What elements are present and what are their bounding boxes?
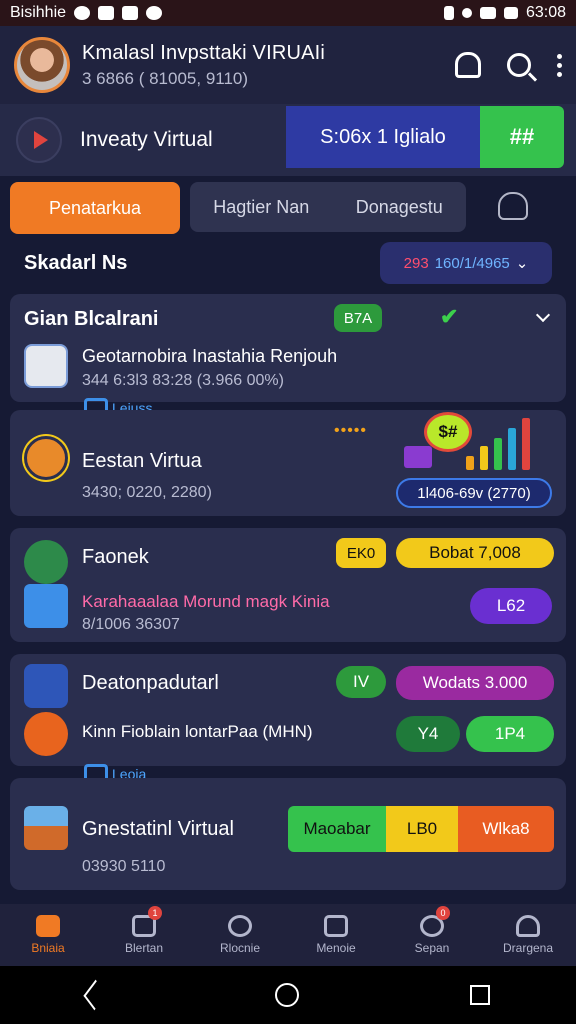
recents-icon[interactable]	[470, 985, 491, 1005]
nav-home[interactable]: Bniaia	[0, 904, 96, 966]
tab-third[interactable]: Donagestu	[356, 197, 443, 218]
refresh-icon	[228, 915, 252, 937]
portfolio-card-5[interactable]: Gnestatinl Virtual Maoabar LB0 Wlka8 039…	[10, 778, 566, 890]
chart-icon	[24, 712, 68, 756]
value-badge: Bobat 7,008	[396, 538, 554, 568]
app-title: Kmalasl Invpsttaki VIRUAIi	[82, 41, 326, 64]
status-bar: Bisihhie 63:08	[0, 0, 576, 26]
banner-title: Inveaty Virtual	[80, 128, 213, 151]
search-icon[interactable]	[507, 53, 531, 77]
chevron-down-icon[interactable]	[535, 307, 551, 323]
home-button-icon[interactable]	[274, 983, 299, 1007]
segment-1[interactable]: Maoabar	[288, 806, 386, 852]
segment-3[interactable]: Wlka8	[458, 806, 554, 852]
notification-badge: 1	[148, 906, 162, 920]
avatar[interactable]	[14, 37, 70, 93]
double-check-icon: ✔	[440, 304, 459, 329]
action-pill[interactable]: L62	[470, 588, 552, 624]
bottom-nav: Bniaia 1 Blertan Rlocnie Menoie 0 Sepan …	[0, 904, 576, 966]
house-icon	[404, 446, 432, 468]
status-badge: IV	[336, 666, 386, 698]
tab-primary[interactable]: Penatarkua	[10, 182, 180, 234]
banner-stat: S:06x 1 Iglialo	[286, 106, 480, 168]
nav-sixth[interactable]: Drargena	[480, 904, 576, 966]
landscape-icon	[24, 806, 68, 850]
user-icon	[324, 915, 348, 937]
tab-bar: Penatarkua Hagtier Nan Donagestu	[0, 182, 576, 234]
action-pill[interactable]: Y4	[396, 716, 460, 752]
value-badge: Wodats 3.000	[396, 666, 554, 700]
portfolio-card-3[interactable]: Faonek EK0 Bobat 7,008 Karahaaalaa Morun…	[10, 528, 566, 642]
wifi-icon	[479, 7, 496, 19]
cube-icon	[24, 584, 68, 628]
card-subtitle: 3430; 0220, 2280)	[82, 484, 212, 501]
notification-badge: 0	[436, 906, 450, 920]
tab-group: Hagtier Nan Donagestu	[190, 182, 466, 232]
row-subtitle: 8/1006 36307	[82, 616, 180, 633]
stat-badge: 1l406-69v (2770)	[396, 478, 552, 508]
clock: 63:08	[525, 4, 566, 21]
nav-third[interactable]: Rlocnie	[192, 904, 288, 966]
action-pill[interactable]: 1P4	[466, 716, 554, 752]
briefcase-icon	[24, 664, 68, 708]
nav-fourth[interactable]: Menoie	[288, 904, 384, 966]
bluetooth-icon	[461, 8, 472, 18]
row-subtitle: 344 6:3l3 83:28 (3.966 00%)	[82, 372, 284, 389]
row-title: Karahaaalaa Morund magk Kinia	[82, 592, 330, 611]
period-select[interactable]: 293 160/1/4965 ⌄	[380, 242, 552, 284]
select-value-b: 160/1/4965	[434, 254, 510, 272]
status-badge: B7A	[334, 304, 382, 332]
bar-chart-icon	[466, 416, 530, 470]
avatar	[24, 436, 68, 480]
status-badge: EK0	[336, 538, 386, 568]
battery-icon	[443, 6, 454, 20]
card-title: Gian Blcalrani	[24, 308, 159, 330]
profile-icon	[516, 915, 540, 937]
tab-second[interactable]: Hagtier Nan	[213, 197, 309, 218]
more-icon[interactable]	[557, 53, 562, 77]
card-title: Deatonpadutarl	[82, 672, 219, 694]
banner: Inveaty Virtual S:06x 1 Iglialo ##	[0, 104, 576, 176]
nav-second[interactable]: 1 Blertan	[96, 904, 192, 966]
notification-icon[interactable]	[455, 52, 481, 78]
select-value-a: 293	[403, 254, 429, 272]
portfolio-card-4[interactable]: Deatonpadutarl IV Wodats 3.000 Kinn Fiob…	[10, 654, 566, 766]
row-title: Kinn Fioblain lontarPaa (MHN)	[82, 722, 313, 741]
portfolio-card-2[interactable]: Eestan Virtua 3430; 0220, 2280) ••••• $#…	[10, 410, 566, 516]
wallet-icon	[24, 540, 68, 584]
card-title: Faonek	[82, 546, 149, 568]
score-chip: $#	[424, 412, 472, 452]
system-nav	[0, 966, 576, 1024]
mail-icon	[122, 6, 139, 20]
signal-icon	[503, 7, 518, 19]
dots-indicator: •••••	[334, 422, 368, 439]
info-icon	[146, 6, 163, 20]
back-icon[interactable]	[83, 979, 107, 1011]
home-icon	[36, 915, 60, 937]
section-title: Skadarl Ns	[24, 251, 128, 274]
card-title: Gnestatinl Virtual	[82, 818, 234, 840]
app-bar: Kmalasl Invpsttaki VIRUAIi 3 6866 ( 8100…	[0, 26, 576, 104]
card-title: Eestan Virtua	[82, 450, 202, 472]
row-title: Geotarnobira Inastahia Renjouh	[82, 346, 338, 366]
calendar-icon	[98, 6, 115, 20]
chevron-down-icon: ⌄	[515, 255, 529, 272]
card-subtitle: 03930 5110	[82, 858, 166, 875]
document-icon	[24, 344, 68, 388]
nav-fifth[interactable]: 0 Sepan	[384, 904, 480, 966]
cloud-icon[interactable]	[498, 192, 528, 220]
play-icon[interactable]	[16, 117, 62, 163]
portfolio-card-1[interactable]: Gian Blcalrani B7A ✔ Geotarnobira Inasta…	[10, 294, 566, 402]
shield-icon	[74, 6, 91, 20]
carrier-label: Bisihhie	[10, 4, 67, 21]
banner-action-button[interactable]: ##	[480, 106, 564, 168]
segment-2[interactable]: LB0	[386, 806, 458, 852]
app-subtitle: 3 6866 ( 81005, 9110)	[82, 68, 249, 88]
section-header: Skadarl Ns 293 160/1/4965 ⌄	[0, 240, 576, 286]
